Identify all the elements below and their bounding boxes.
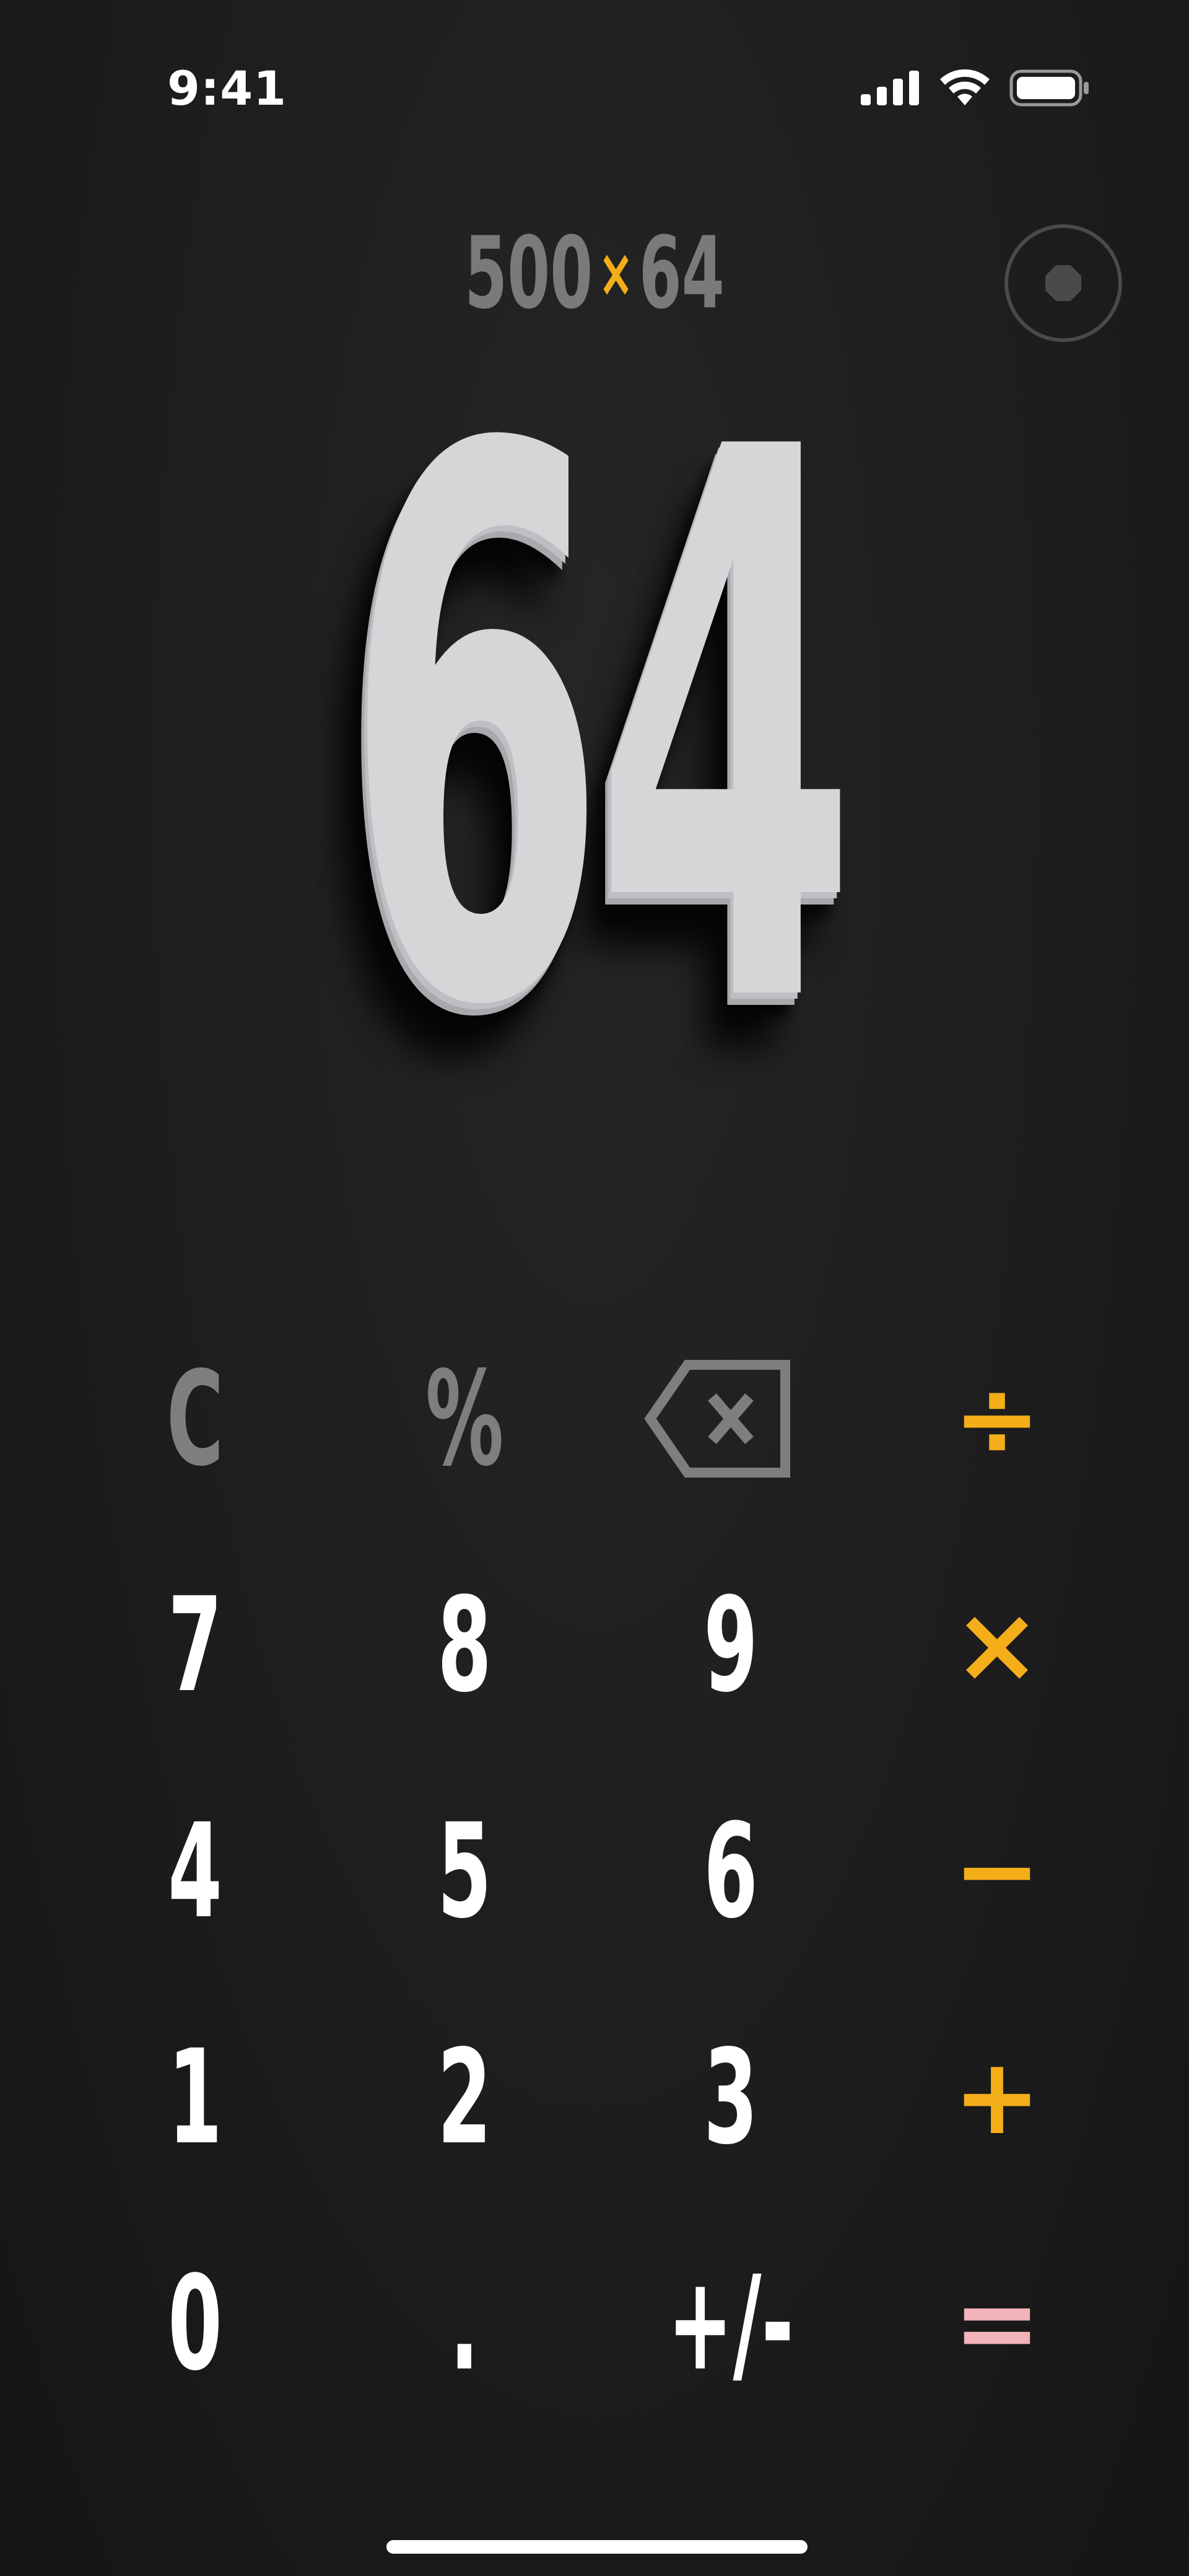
cellular-signal-icon bbox=[861, 71, 919, 105]
record-icon bbox=[1045, 265, 1081, 301]
digit-1-button[interactable]: 1 bbox=[71, 1992, 319, 2202]
decimal-button[interactable]: . bbox=[341, 2218, 588, 2429]
status-bar: 9:41 bbox=[0, 0, 1189, 180]
home-indicator[interactable] bbox=[386, 2540, 808, 2554]
percent-button[interactable]: % bbox=[341, 1313, 588, 1524]
status-time: 9:41 bbox=[167, 61, 287, 116]
divide-button[interactable]: ÷ bbox=[873, 1313, 1121, 1524]
digit-3-button[interactable]: 3 bbox=[607, 1992, 855, 2202]
result-value: 64 bbox=[344, 291, 858, 1171]
subtract-button[interactable]: − bbox=[873, 1766, 1121, 1976]
add-button[interactable]: + bbox=[873, 1992, 1121, 2202]
battery-icon bbox=[1009, 69, 1089, 107]
digit-5-button[interactable]: 5 bbox=[341, 1766, 588, 1976]
clear-button[interactable]: C bbox=[71, 1313, 319, 1524]
result-display: 64 bbox=[0, 297, 1189, 1165]
multiply-button[interactable]: × bbox=[873, 1540, 1121, 1750]
digit-9-button[interactable]: 9 bbox=[607, 1540, 855, 1750]
digit-0-button[interactable]: 0 bbox=[71, 2218, 319, 2429]
equals-button[interactable]: = bbox=[873, 2218, 1121, 2429]
wifi-icon bbox=[940, 69, 990, 105]
backspace-icon bbox=[644, 1360, 790, 1478]
digit-4-button[interactable]: 4 bbox=[71, 1766, 319, 1976]
digit-8-button[interactable]: 8 bbox=[341, 1540, 588, 1750]
digit-2-button[interactable]: 2 bbox=[341, 1992, 588, 2202]
digit-6-button[interactable]: 6 bbox=[607, 1766, 855, 1976]
negate-button[interactable]: +/- bbox=[607, 2218, 855, 2429]
digit-7-button[interactable]: 7 bbox=[71, 1540, 319, 1750]
backspace-button[interactable] bbox=[594, 1313, 842, 1524]
status-icons bbox=[861, 69, 1090, 107]
